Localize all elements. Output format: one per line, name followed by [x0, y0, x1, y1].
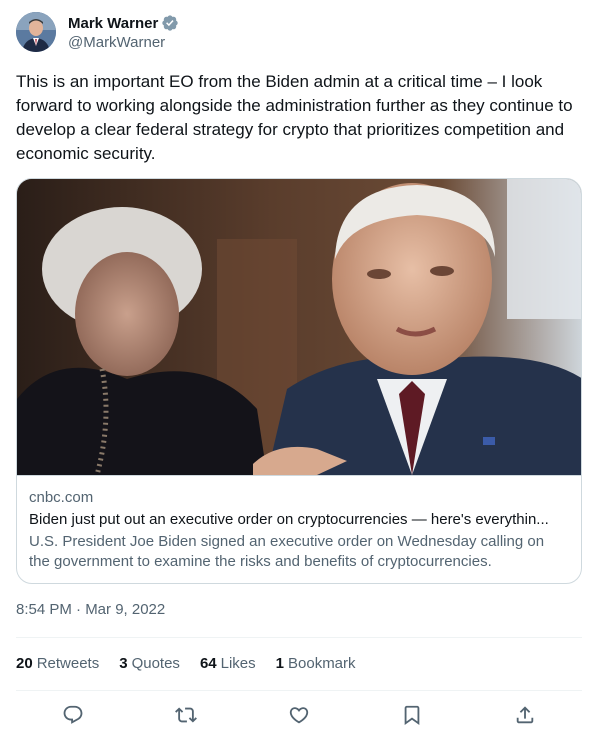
like-button[interactable]	[282, 700, 316, 730]
bookmarks-label: Bookmark	[288, 655, 356, 672]
action-bar	[16, 700, 582, 730]
retweets-label: Retweets	[36, 655, 100, 672]
share-icon	[517, 706, 534, 724]
retweet-button[interactable]	[169, 700, 203, 730]
quotes-count: 3	[119, 655, 128, 672]
author-names: Mark Warner @MarkWarner	[68, 13, 179, 53]
divider-bottom	[16, 690, 582, 691]
likes-label: Likes	[220, 655, 256, 672]
name-row: Mark Warner	[68, 13, 179, 33]
author-handle[interactable]: @MarkWarner	[68, 33, 179, 53]
verified-badge-icon[interactable]	[161, 14, 179, 32]
reply-icon	[63, 705, 82, 724]
card-image[interactable]	[17, 179, 581, 475]
retweet-icon	[174, 707, 197, 723]
card-body[interactable]: cnbc.com Biden just put out an executive…	[17, 475, 581, 583]
bookmark-button[interactable]	[395, 700, 429, 730]
quotes-label: Quotes	[131, 655, 180, 672]
card-description: U.S. President Joe Biden signed an execu…	[29, 533, 545, 570]
stat-retweets[interactable]: 20 Retweets	[16, 654, 99, 674]
reply-button[interactable]	[56, 700, 90, 730]
author-avatar[interactable]	[16, 12, 56, 52]
likes-count: 64	[199, 655, 217, 672]
card-domain: cnbc.com	[29, 489, 94, 506]
retweets-count: 20	[16, 655, 33, 672]
stat-bookmarks[interactable]: 1 Bookmark	[276, 654, 356, 674]
stat-quotes[interactable]: 3 Quotes	[119, 654, 180, 674]
tweet-text: This is an important EO from the Biden a…	[16, 72, 573, 163]
tweet-timestamp[interactable]: 8:54 PM · Mar 9, 2022	[16, 600, 165, 620]
like-icon	[289, 707, 309, 724]
tweet-header: Mark Warner @MarkWarner	[16, 12, 179, 53]
stat-likes[interactable]: 64 Likes	[200, 654, 256, 674]
engagement-stats: 20 Retweets 3 Quotes 64 Likes 1 Bookmark	[16, 654, 376, 674]
link-card[interactable]: cnbc.com Biden just put out an executive…	[16, 178, 582, 584]
bookmarks-count: 1	[275, 655, 284, 672]
card-title: Biden just put out an executive order on…	[29, 511, 549, 528]
bookmark-icon	[404, 705, 420, 726]
share-button[interactable]	[508, 700, 542, 730]
timestamp-link[interactable]: 8:54 PM · Mar 9, 2022	[16, 601, 165, 618]
divider-top	[16, 637, 582, 638]
author-display-name[interactable]: Mark Warner	[68, 15, 158, 32]
